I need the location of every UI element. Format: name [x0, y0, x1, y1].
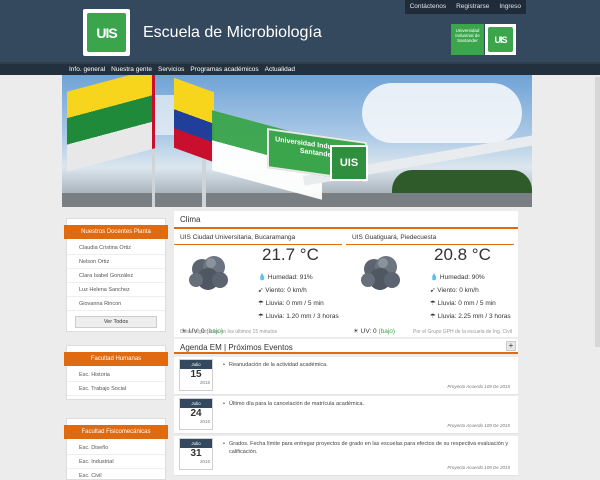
site-title[interactable]: Escuela de Microbiología — [143, 24, 322, 42]
rain-text: ☂ Lluvia: 0 mm / 5 min — [258, 300, 324, 307]
agenda-event[interactable]: Julio 31 2015 Grados. Fecha límite para … — [174, 436, 518, 476]
calendar-year: 2015 — [199, 419, 210, 424]
calendar-date: Julio 31 2015 — [179, 438, 213, 470]
sidebar-fisicomecanicas: Facultad Fisicomecánicas Esc. Diseño Esc… — [64, 418, 168, 480]
flag-colombia — [174, 77, 214, 163]
sidebar-docentes-title: Nuestros Docentes Planta — [64, 225, 168, 239]
sidebar-docente-item[interactable]: Giovanna Rincon — [67, 297, 165, 311]
event-note: Proyecto Acuerdo 109 De 2015 — [447, 465, 510, 470]
logo-text: UIS — [87, 13, 126, 52]
university-badge[interactable]: Universidad Industrial de Santander — [451, 24, 484, 55]
event-note: Proyecto Acuerdo 109 De 2015 — [447, 423, 510, 428]
flag-santander — [67, 75, 155, 172]
entrance-logo: UIS — [330, 145, 368, 181]
ground-shape — [62, 193, 532, 207]
humidity-value: Humedad: 90% — [439, 274, 485, 281]
clima-panel: Clima UIS Ciudad Universitaria, Bucarama… — [174, 211, 518, 337]
sidebar-docente-item[interactable]: Clara Isabel González — [67, 269, 165, 283]
calendar-date: Julio 15 2015 — [179, 359, 213, 391]
clima-title: Clima — [174, 211, 518, 229]
uv-value: UV: 0 — [360, 328, 377, 335]
sidebar-humanas: Facultad Humanas Esc. Historia Esc. Trab… — [64, 345, 168, 400]
rain3h-text: ☂ Lluvia: 2.25 mm / 3 horas — [430, 313, 511, 320]
site-logo[interactable]: UIS — [83, 9, 130, 56]
sidebar-escuela-item[interactable]: Esc. Historia — [67, 368, 165, 382]
contact-link[interactable]: Contáctenos — [405, 0, 452, 14]
calendar-day: 24 — [190, 408, 202, 419]
temperature-value: 21.7 °C — [262, 245, 319, 264]
weather-place[interactable]: UIS Ciudad Universitaria, Bucaramanga — [174, 231, 342, 245]
rain3h-value: Lluvia: 1.20 mm / 3 horas — [265, 313, 339, 320]
agenda-title: Agenda EM | Próximos Eventos — [180, 343, 293, 352]
sidebar-docente-item[interactable]: Nelson Ortiz — [67, 255, 165, 269]
rain3h-text: ☂ Lluvia: 1.20 mm / 3 horas — [258, 313, 339, 320]
clima-footer-right: Por el Grupo GPH de la escuela de Ing. C… — [413, 329, 512, 335]
cloud-shape — [362, 83, 522, 143]
event-text[interactable]: Grados. Fecha límite para entregar proye… — [223, 440, 509, 456]
weather-place[interactable]: UIS Guatiguará, Piedecuesta — [346, 231, 514, 245]
humidity-text: 💧 Humedad: 91% — [258, 274, 313, 281]
page-scrollbar[interactable] — [595, 77, 600, 347]
nav-item-programas[interactable]: Programas académicos — [187, 64, 261, 75]
calendar-month: Julio — [180, 439, 212, 448]
clima-footer-left: Datos registrados en los últimos 15 minu… — [180, 329, 277, 335]
agenda-event[interactable]: Julio 15 2015 Reanudación de la activida… — [174, 357, 518, 395]
rain-value: Lluvia: 0 mm / 5 min — [437, 300, 496, 307]
sidebar-escuela-item[interactable]: Esc. Diseño — [67, 441, 165, 455]
sidebar-docente-item[interactable]: Luz Helena Sanchez — [67, 283, 165, 297]
humidity-value: Humedad: 91% — [267, 274, 313, 281]
agenda-header: Agenda EM | Próximos Eventos + — [174, 339, 518, 354]
sidebar-humanas-title: Facultad Humanas — [64, 352, 168, 366]
calendar-day: 31 — [190, 448, 202, 459]
storm-cloud-icon — [361, 256, 400, 290]
sidebar-escuela-item[interactable]: Esc. Civil — [67, 469, 165, 480]
temperature-value: 20.8 °C — [434, 245, 491, 264]
rain3h-value: Lluvia: 2.25 mm / 3 horas — [437, 313, 511, 320]
rain-value: Lluvia: 0 mm / 5 min — [265, 300, 324, 307]
sidebar-fisico-title: Facultad Fisicomecánicas — [64, 425, 168, 439]
agenda-event[interactable]: Julio 24 2015 Último día para la cancela… — [174, 396, 518, 434]
humidity-text: 💧 Humedad: 90% — [430, 274, 485, 281]
expand-plus-button[interactable]: + — [506, 341, 516, 351]
wind-text: ➹ Viento: 0 km/h — [258, 287, 307, 294]
sidebar-docente-item[interactable]: Claudia Cristina Ortiz — [67, 241, 165, 255]
event-note: Proyecto Acuerdo 109 De 2015 — [447, 384, 510, 389]
calendar-month: Julio — [180, 360, 212, 369]
sidebar-docentes: Nuestros Docentes Planta Claudia Cristin… — [64, 218, 168, 332]
sidebar-escuela-item[interactable]: Esc. Industrial — [67, 455, 165, 469]
register-link[interactable]: Registrarse — [451, 0, 494, 14]
weather-station-bucaramanga: UIS Ciudad Universitaria, Bucaramanga 21… — [174, 231, 342, 335]
banner-image: Universidad Industrial de Santander UIS — [62, 75, 532, 207]
calendar-month: Julio — [180, 399, 212, 408]
uv-level: (bajo) — [378, 328, 396, 335]
login-link[interactable]: Ingreso — [494, 0, 526, 14]
calendar-date: Julio 24 2015 — [179, 398, 213, 430]
nav-item-nuestra-gente[interactable]: Nuestra gente — [108, 64, 155, 75]
top-links: Contáctenos Registrarse Ingreso — [404, 0, 526, 14]
university-logo-text: UIS — [488, 27, 513, 52]
sidebar-escuela-item[interactable]: Esc. Trabajo Social — [67, 382, 165, 396]
calendar-year: 2015 — [199, 380, 210, 385]
nav-item-servicios[interactable]: Servicios — [155, 64, 187, 75]
wind-value: Viento: 0 km/h — [265, 287, 307, 294]
storm-cloud-icon — [189, 256, 228, 290]
wind-value: Viento: 0 km/h — [437, 287, 479, 294]
university-logo[interactable]: UIS — [485, 24, 516, 55]
event-text[interactable]: Reanudación de la actividad académica. — [223, 361, 509, 369]
nav-item-info-general[interactable]: Info. general — [66, 64, 108, 75]
nav-item-actualidad[interactable]: Actualidad — [262, 64, 298, 75]
calendar-year: 2015 — [199, 459, 210, 464]
ver-todos-button[interactable]: Ver Todos — [75, 316, 157, 328]
site-header: Contáctenos Registrarse Ingreso UIS Escu… — [0, 0, 600, 64]
rain-text: ☂ Lluvia: 0 mm / 5 min — [430, 300, 496, 307]
main-nav: Info. general Nuestra gente Servicios Pr… — [0, 64, 600, 75]
event-text[interactable]: Último día para la cancelación de matríc… — [223, 400, 509, 408]
wind-text: ➹ Viento: 0 km/h — [430, 287, 479, 294]
weather-station-piedecuesta: UIS Guatiguará, Piedecuesta 20.8 °C 💧 Hu… — [346, 231, 514, 335]
calendar-day: 15 — [190, 369, 202, 380]
uv-text: ☀ UV: 0 (bajo) — [353, 328, 396, 335]
